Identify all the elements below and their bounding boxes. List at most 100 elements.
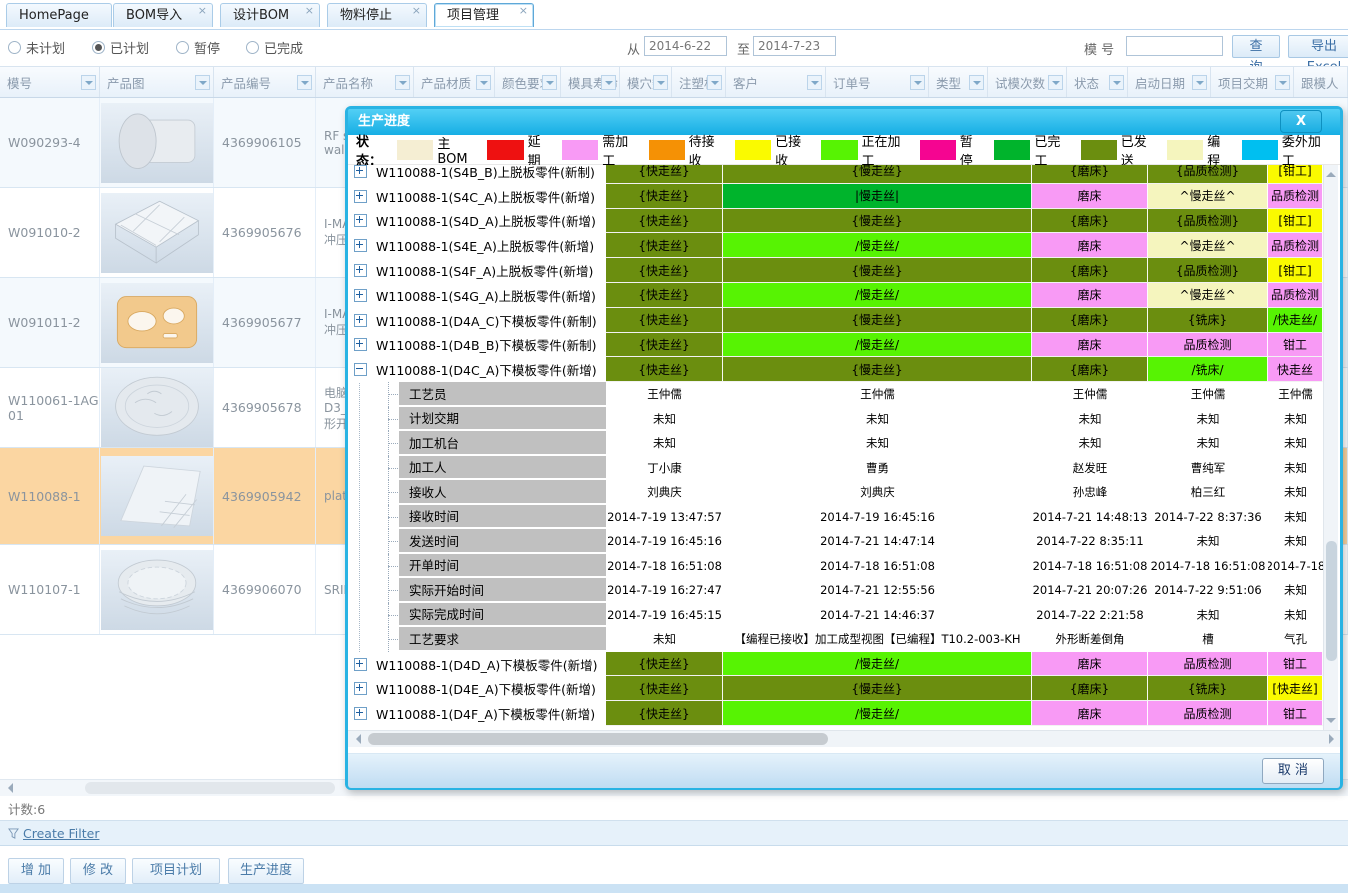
process-cell[interactable]: |慢走丝| xyxy=(723,184,1032,209)
filter-dropdown-icon[interactable] xyxy=(653,75,668,90)
close-icon[interactable]: × xyxy=(198,5,207,17)
process-cell[interactable]: {磨床} xyxy=(1032,308,1148,333)
radio-finished[interactable]: 已完成 xyxy=(246,38,303,57)
expand-icon[interactable] xyxy=(354,338,367,351)
column-header-product-material[interactable]: 产品材质 xyxy=(414,67,495,97)
process-cell[interactable]: 钳工 xyxy=(1268,652,1323,677)
filter-dropdown-icon[interactable] xyxy=(81,75,96,90)
process-cell[interactable]: 磨床 xyxy=(1032,283,1148,308)
radio-paused[interactable]: 暂停 xyxy=(176,38,220,57)
process-cell[interactable]: {慢走丝} xyxy=(723,308,1032,333)
column-header-customer[interactable]: 客户 xyxy=(726,67,826,97)
tree-row[interactable]: W110088-1(S4B_B)上脱板零件(新制){快走丝}{慢走丝}{磨床}{… xyxy=(348,165,1323,184)
process-cell[interactable]: /慢走丝/ xyxy=(723,333,1032,358)
filter-dropdown-icon[interactable] xyxy=(542,75,557,90)
process-cell[interactable]: 钳工 xyxy=(1268,701,1323,726)
column-header-mold-no[interactable]: 模号 xyxy=(0,67,100,97)
tree-row[interactable]: W110088-1(S4E_A)上脱板零件(新增){快走丝}/慢走丝/磨床^慢走… xyxy=(348,233,1323,258)
process-cell[interactable]: {快走丝} xyxy=(606,209,723,234)
radio-icon[interactable] xyxy=(8,41,21,54)
process-cell[interactable]: [钳工] xyxy=(1268,165,1323,184)
column-header-cavity-count[interactable]: 模穴数 xyxy=(620,67,672,97)
column-header-trial-count[interactable]: 试模次数 xyxy=(988,67,1067,97)
column-header-product-name[interactable]: 产品名称 xyxy=(316,67,414,97)
dialog-horizontal-scrollbar[interactable] xyxy=(348,730,1340,747)
process-cell[interactable]: {快走丝} xyxy=(606,258,723,283)
process-cell[interactable]: ^慢走丝^ xyxy=(1148,233,1268,258)
filter-dropdown-icon[interactable] xyxy=(395,75,410,90)
filter-dropdown-icon[interactable] xyxy=(1109,75,1124,90)
process-cell[interactable]: {慢走丝} xyxy=(723,258,1032,283)
process-cell[interactable]: 钳工 xyxy=(1268,333,1323,358)
process-cell[interactable]: {品质检测} xyxy=(1148,258,1268,283)
filter-dropdown-icon[interactable] xyxy=(195,75,210,90)
tree-row[interactable]: W110088-1(D4A_C)下模板零件(新制){快走丝}{慢走丝}{磨床}{… xyxy=(348,308,1323,333)
add-button[interactable]: 增 加 xyxy=(8,858,64,884)
process-cell[interactable]: {快走丝} xyxy=(606,283,723,308)
project-plan-button[interactable]: 项目计划 xyxy=(132,858,220,884)
tree-row[interactable]: W110088-1(S4C_A)上脱板零件(新增){快走丝}|慢走丝|磨床^慢走… xyxy=(348,184,1323,209)
query-button[interactable]: 查 询 xyxy=(1232,35,1280,58)
scrollbar-thumb[interactable] xyxy=(368,733,828,745)
tree-row[interactable]: W110088-1(D4B_B)下模板零件(新制){快走丝}/慢走丝/磨床品质检… xyxy=(348,333,1323,358)
expand-icon[interactable] xyxy=(354,239,367,252)
column-header-status[interactable]: 状态 xyxy=(1067,67,1128,97)
close-icon[interactable]: × xyxy=(412,5,421,17)
process-cell[interactable]: [钳工] xyxy=(1268,258,1323,283)
column-header-product-code[interactable]: 产品编号 xyxy=(214,67,316,97)
expand-icon[interactable] xyxy=(354,214,367,227)
scroll-up-icon[interactable] xyxy=(1326,167,1336,177)
product-thumbnail[interactable] xyxy=(101,456,213,536)
process-cell[interactable]: 品质检测 xyxy=(1148,652,1268,677)
expand-icon[interactable] xyxy=(354,314,367,327)
radio-planned[interactable]: 已计划 xyxy=(92,38,149,57)
column-header-injection-machine[interactable]: 注塑机 xyxy=(672,67,726,97)
column-header-product-image[interactable]: 产品图 xyxy=(100,67,214,97)
expand-icon[interactable] xyxy=(354,190,367,203)
process-cell[interactable]: /慢走丝/ xyxy=(723,283,1032,308)
filter-dropdown-icon[interactable] xyxy=(910,75,925,90)
process-cell[interactable]: {快走丝} xyxy=(606,701,723,726)
process-cell[interactable]: {磨床} xyxy=(1032,165,1148,184)
cancel-button[interactable]: 取 消 xyxy=(1262,758,1324,784)
scroll-left-icon[interactable] xyxy=(2,782,16,795)
process-cell[interactable]: 快走丝 xyxy=(1268,357,1323,382)
process-cell[interactable]: {磨床} xyxy=(1032,209,1148,234)
process-cell[interactable]: 品质检测 xyxy=(1148,333,1268,358)
process-cell[interactable]: /慢走丝/ xyxy=(723,233,1032,258)
radio-unplanned[interactable]: 未计划 xyxy=(8,38,65,57)
process-cell[interactable]: {慢走丝} xyxy=(723,357,1032,382)
scrollbar-thumb[interactable] xyxy=(1326,541,1337,661)
scrollbar-thumb[interactable] xyxy=(85,782,335,794)
process-cell[interactable]: /慢走丝/ xyxy=(723,701,1032,726)
product-thumbnail[interactable] xyxy=(101,283,213,363)
tab-project-management[interactable]: 项目管理× xyxy=(434,3,534,27)
dialog-vertical-scrollbar[interactable] xyxy=(1323,165,1338,730)
process-cell[interactable]: [快走丝] xyxy=(1268,676,1323,701)
filter-dropdown-icon[interactable] xyxy=(297,75,312,90)
process-cell[interactable]: {快走丝} xyxy=(606,357,723,382)
filter-dropdown-icon[interactable] xyxy=(707,75,722,90)
process-cell[interactable]: 磨床 xyxy=(1032,333,1148,358)
process-cell[interactable]: 品质检测 xyxy=(1268,283,1323,308)
expand-icon[interactable] xyxy=(354,707,367,720)
tab-homepage[interactable]: HomePage xyxy=(6,3,112,27)
process-cell[interactable]: {快走丝} xyxy=(606,333,723,358)
column-header-order-no[interactable]: 订单号 xyxy=(826,67,929,97)
process-cell[interactable]: ^慢走丝^ xyxy=(1148,283,1268,308)
radio-icon[interactable] xyxy=(176,41,189,54)
radio-icon[interactable] xyxy=(92,41,105,54)
process-cell[interactable]: {快走丝} xyxy=(606,184,723,209)
process-cell[interactable]: {快走丝} xyxy=(606,308,723,333)
filter-dropdown-icon[interactable] xyxy=(807,75,822,90)
filter-dropdown-icon[interactable] xyxy=(476,75,491,90)
filter-dropdown-icon[interactable] xyxy=(1048,75,1063,90)
column-header-project-due[interactable]: 项目交期 xyxy=(1211,67,1294,97)
tree-row[interactable]: W110088-1(S4D_A)上脱板零件(新增){快走丝}{慢走丝}{磨床}{… xyxy=(348,209,1323,234)
process-cell[interactable]: {快走丝} xyxy=(606,165,723,184)
create-filter-link[interactable]: Create Filter xyxy=(8,826,99,841)
tree-row[interactable]: W110088-1(S4G_A)上脱板零件(新增){快走丝}/慢走丝/磨床^慢走… xyxy=(348,283,1323,308)
close-icon[interactable]: × xyxy=(305,5,314,17)
radio-icon[interactable] xyxy=(246,41,259,54)
process-cell[interactable]: 磨床 xyxy=(1032,233,1148,258)
